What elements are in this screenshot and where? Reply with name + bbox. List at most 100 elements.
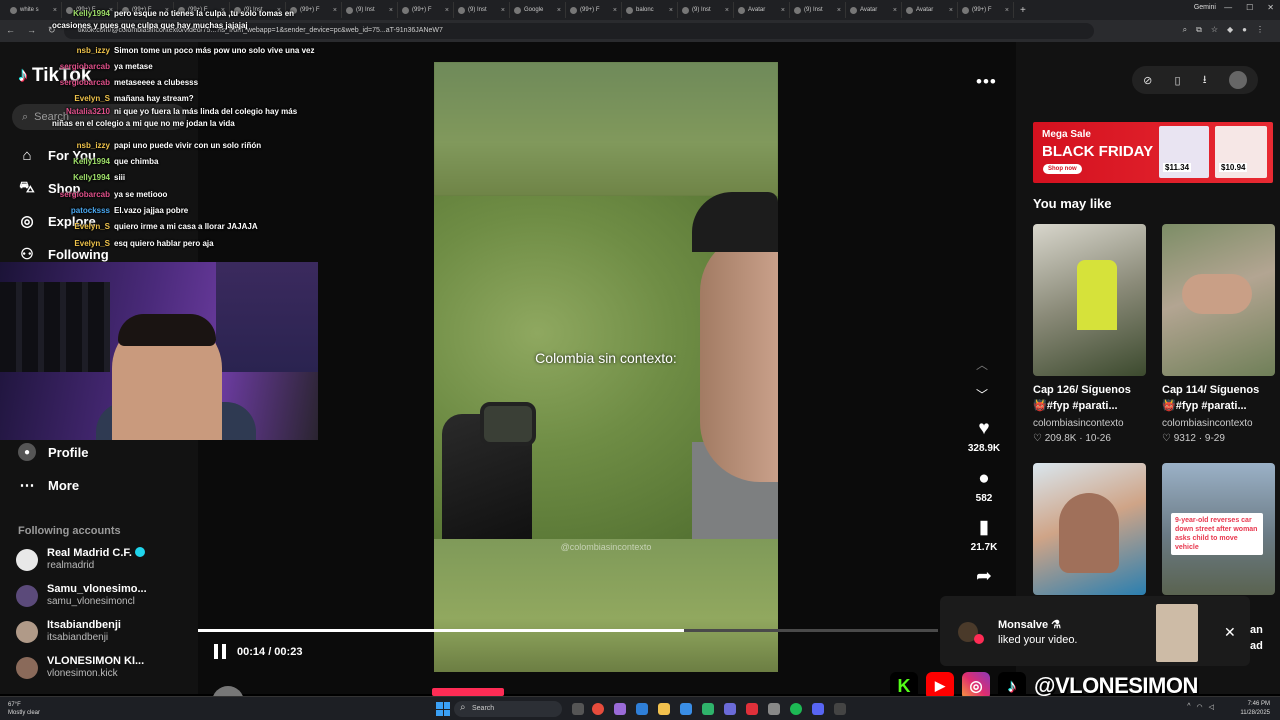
- phone-icon[interactable]: ▯: [1175, 74, 1181, 87]
- like-button[interactable]: ♥ 328.9K: [962, 418, 1006, 454]
- tab-close-icon[interactable]: ×: [837, 7, 841, 14]
- tab-close-icon[interactable]: ×: [949, 7, 953, 14]
- tab-close-icon[interactable]: ×: [669, 7, 673, 14]
- browser-tab[interactable]: Google ×: [510, 2, 566, 18]
- taskbar-clock[interactable]: 7:46 PM 11/28/2025: [1240, 700, 1270, 718]
- app-icon[interactable]: [724, 703, 736, 715]
- recommended-stats: ♡ 209.8K · 10-26: [1033, 433, 1111, 444]
- tab-close-icon[interactable]: ×: [893, 7, 897, 14]
- new-tab-icon[interactable]: +: [1014, 5, 1032, 16]
- tab-close-icon[interactable]: ×: [501, 7, 505, 14]
- edge-icon[interactable]: [636, 703, 648, 715]
- more-options-icon[interactable]: •••: [976, 72, 997, 92]
- browser-tab[interactable]: (99+) F ×: [566, 2, 622, 18]
- tab-close-icon[interactable]: ×: [389, 7, 393, 14]
- account-item[interactable]: VLONESIMON KI... vlonesimon.kick: [16, 655, 144, 680]
- app-icon[interactable]: [702, 703, 714, 715]
- recommended-title[interactable]: Cap 126/ Síguenos 👹#fyp #parati...: [1033, 382, 1151, 414]
- browser-menu-icon[interactable]: ⋮: [1256, 25, 1264, 35]
- tab-close-icon[interactable]: ×: [557, 7, 561, 14]
- tab-label: (99+) F: [580, 7, 600, 13]
- pause-icon[interactable]: [214, 644, 230, 660]
- spotify-icon[interactable]: [790, 703, 802, 715]
- minimize-icon[interactable]: —: [1224, 3, 1232, 12]
- app-icon[interactable]: [768, 703, 780, 715]
- maximize-icon[interactable]: ☐: [1246, 3, 1253, 12]
- chrome-icon[interactable]: [592, 703, 604, 715]
- browser-tab[interactable]: (9) Inst ×: [678, 2, 734, 18]
- tab-close-icon[interactable]: ×: [613, 7, 617, 14]
- recommended-thumb[interactable]: 9-year-old reverses car down street afte…: [1162, 463, 1275, 595]
- follow-button[interactable]: [432, 688, 504, 696]
- profile-avatar-icon[interactable]: ●: [1242, 25, 1247, 35]
- tab-favicon-icon: [682, 6, 689, 14]
- close-window-icon[interactable]: ✕: [1267, 3, 1274, 12]
- save-count: 21.7K: [970, 542, 998, 553]
- avatar[interactable]: [1228, 71, 1247, 89]
- app-icon[interactable]: [680, 703, 692, 715]
- install-app-icon[interactable]: ⧉: [1196, 25, 1202, 35]
- compass-icon[interactable]: ⊘: [1143, 74, 1152, 87]
- recommended-thumb[interactable]: [1162, 224, 1275, 376]
- bookmark-star-icon[interactable]: ☆: [1211, 25, 1218, 35]
- browser-tab[interactable]: Avatar ×: [734, 2, 790, 18]
- tab-close-icon[interactable]: ×: [1005, 7, 1009, 14]
- volume-icon[interactable]: ◁: [1209, 703, 1214, 711]
- previous-video-icon[interactable]: ︿: [976, 356, 988, 373]
- browser-tab[interactable]: Avatar ×: [846, 2, 902, 18]
- account-item[interactable]: Itsabiandbenji itsabiandbenji: [16, 619, 121, 644]
- recommended-account[interactable]: colombiasincontexto: [1033, 418, 1151, 429]
- zoom-icon[interactable]: ⌕: [1183, 25, 1187, 35]
- app-icon[interactable]: [746, 703, 758, 715]
- gemini-button[interactable]: Gemini: [1194, 4, 1216, 11]
- recommended-title[interactable]: Cap 114/ Síguenos 👹#fyp #parati...: [1162, 382, 1280, 414]
- windows-start-icon[interactable]: [436, 702, 450, 716]
- chevron-up-icon[interactable]: ^: [1187, 703, 1190, 711]
- nav-more[interactable]: ⋯ More: [18, 476, 80, 494]
- recommended-account[interactable]: colombiasincontexto: [1162, 418, 1280, 429]
- video-watermark: @colombiasincontexto: [560, 542, 652, 552]
- file-explorer-icon[interactable]: [658, 703, 670, 715]
- share-button[interactable]: ➦: [962, 566, 1006, 588]
- top-tool-icons: ⊘ ▯ ⭳: [1132, 66, 1258, 94]
- download-icon[interactable]: ⭳: [1203, 71, 1207, 90]
- recommended-thumb[interactable]: [1033, 224, 1146, 376]
- next-video-icon[interactable]: ﹀: [976, 386, 988, 403]
- browser-tab[interactable]: (9) Inst ×: [342, 2, 398, 18]
- close-icon[interactable]: ✕: [1224, 624, 1236, 641]
- nav-profile[interactable]: ● Profile: [18, 443, 88, 461]
- chat-username: Kelly1994: [73, 173, 110, 182]
- taskbar-search[interactable]: Search: [454, 701, 562, 717]
- discord-icon[interactable]: [812, 703, 824, 715]
- tab-close-icon[interactable]: ×: [445, 7, 449, 14]
- ad-banner[interactable]: Mega Sale BLACK FRIDAY Shop now $11.34 $…: [1033, 122, 1273, 183]
- video-player[interactable]: Colombia sin contexto: @colombiasinconte…: [434, 62, 778, 672]
- browser-tab[interactable]: (99+) F ×: [958, 2, 1014, 18]
- ad-shop-now-button[interactable]: Shop now: [1043, 164, 1082, 174]
- forward-icon[interactable]: →: [27, 25, 36, 36]
- wifi-icon[interactable]: ◠: [1197, 703, 1203, 711]
- browser-tab[interactable]: (9) Inst ×: [790, 2, 846, 18]
- extension-icon[interactable]: ◆: [1227, 25, 1233, 35]
- tab-close-icon[interactable]: ×: [781, 7, 785, 14]
- weather-widget[interactable]: 67°F Mostly clear: [8, 701, 40, 717]
- browser-tab[interactable]: (9) Inst ×: [454, 2, 510, 18]
- account-item[interactable]: Samu_vlonesimo... samu_vlonesimoncl: [16, 583, 147, 608]
- save-button[interactable]: ▮ 21.7K: [962, 517, 1006, 553]
- ad-product-1: $11.34: [1159, 126, 1209, 178]
- app-icon[interactable]: [614, 703, 626, 715]
- account-item[interactable]: Real Madrid C.F. realmadrid: [16, 547, 145, 572]
- app-icon[interactable]: [834, 703, 846, 715]
- tab-close-icon[interactable]: ×: [333, 7, 337, 14]
- back-icon[interactable]: ←: [6, 25, 15, 36]
- comment-button[interactable]: ● 582: [962, 468, 1006, 504]
- browser-tab[interactable]: Avatar ×: [902, 2, 958, 18]
- like-notification[interactable]: Monsalve ⚗ liked your video. ✕: [940, 596, 1250, 666]
- browser-tab[interactable]: balonc ×: [622, 2, 678, 18]
- tab-close-icon[interactable]: ×: [725, 7, 729, 14]
- recommended-title[interactable]: an ad: [1250, 622, 1280, 654]
- browser-tab[interactable]: (99+) F ×: [398, 2, 454, 18]
- tab-label: Avatar: [748, 7, 766, 13]
- task-view-icon[interactable]: [572, 703, 584, 715]
- recommended-thumb[interactable]: [1033, 463, 1146, 595]
